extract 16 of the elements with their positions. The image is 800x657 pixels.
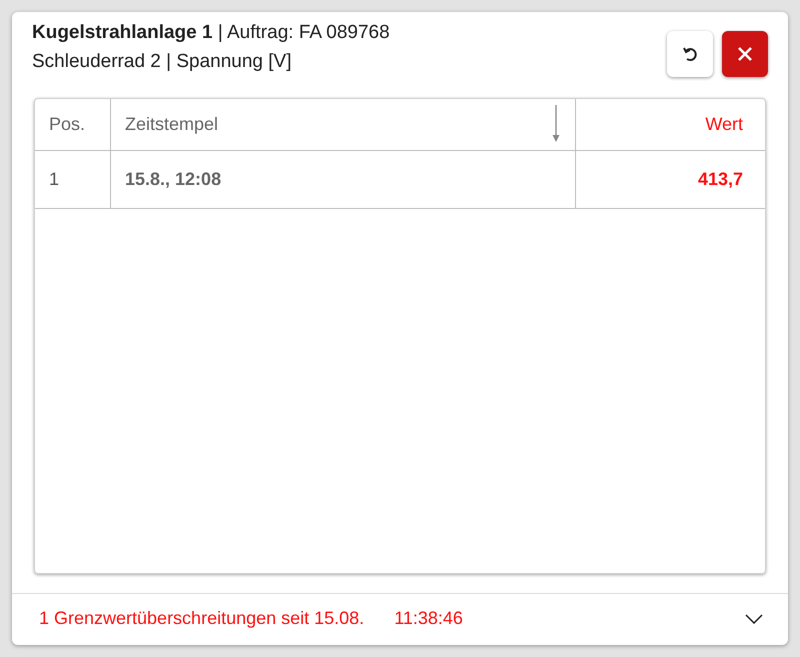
dialog-title: Kugelstrahlanlage 1 | Auftrag: FA 089768	[32, 21, 390, 45]
undo-button[interactable]	[667, 31, 713, 77]
dialog-subtitle: Schleuderrad 2 | Spannung [V]	[32, 50, 293, 74]
undo-icon	[681, 45, 699, 63]
column-header[interactable]: Wert	[576, 99, 765, 150]
chevron-icon	[745, 614, 763, 624]
table-cell: 1	[35, 151, 111, 208]
close-button[interactable]	[722, 31, 768, 77]
close-icon	[737, 46, 753, 62]
column-header[interactable]: Pos.	[35, 99, 111, 150]
table-cell-text: 413,7	[696, 168, 744, 191]
column-header[interactable]: Zeitstempel	[111, 99, 576, 150]
sort-arrow-icon	[552, 105, 560, 143]
table-cell: 15.8., 12:08	[111, 151, 576, 208]
limit-message: 1 Grenzwertüberschreitungen seit 15.08.	[39, 607, 364, 630]
limit-time: 11:38:46	[394, 607, 463, 630]
